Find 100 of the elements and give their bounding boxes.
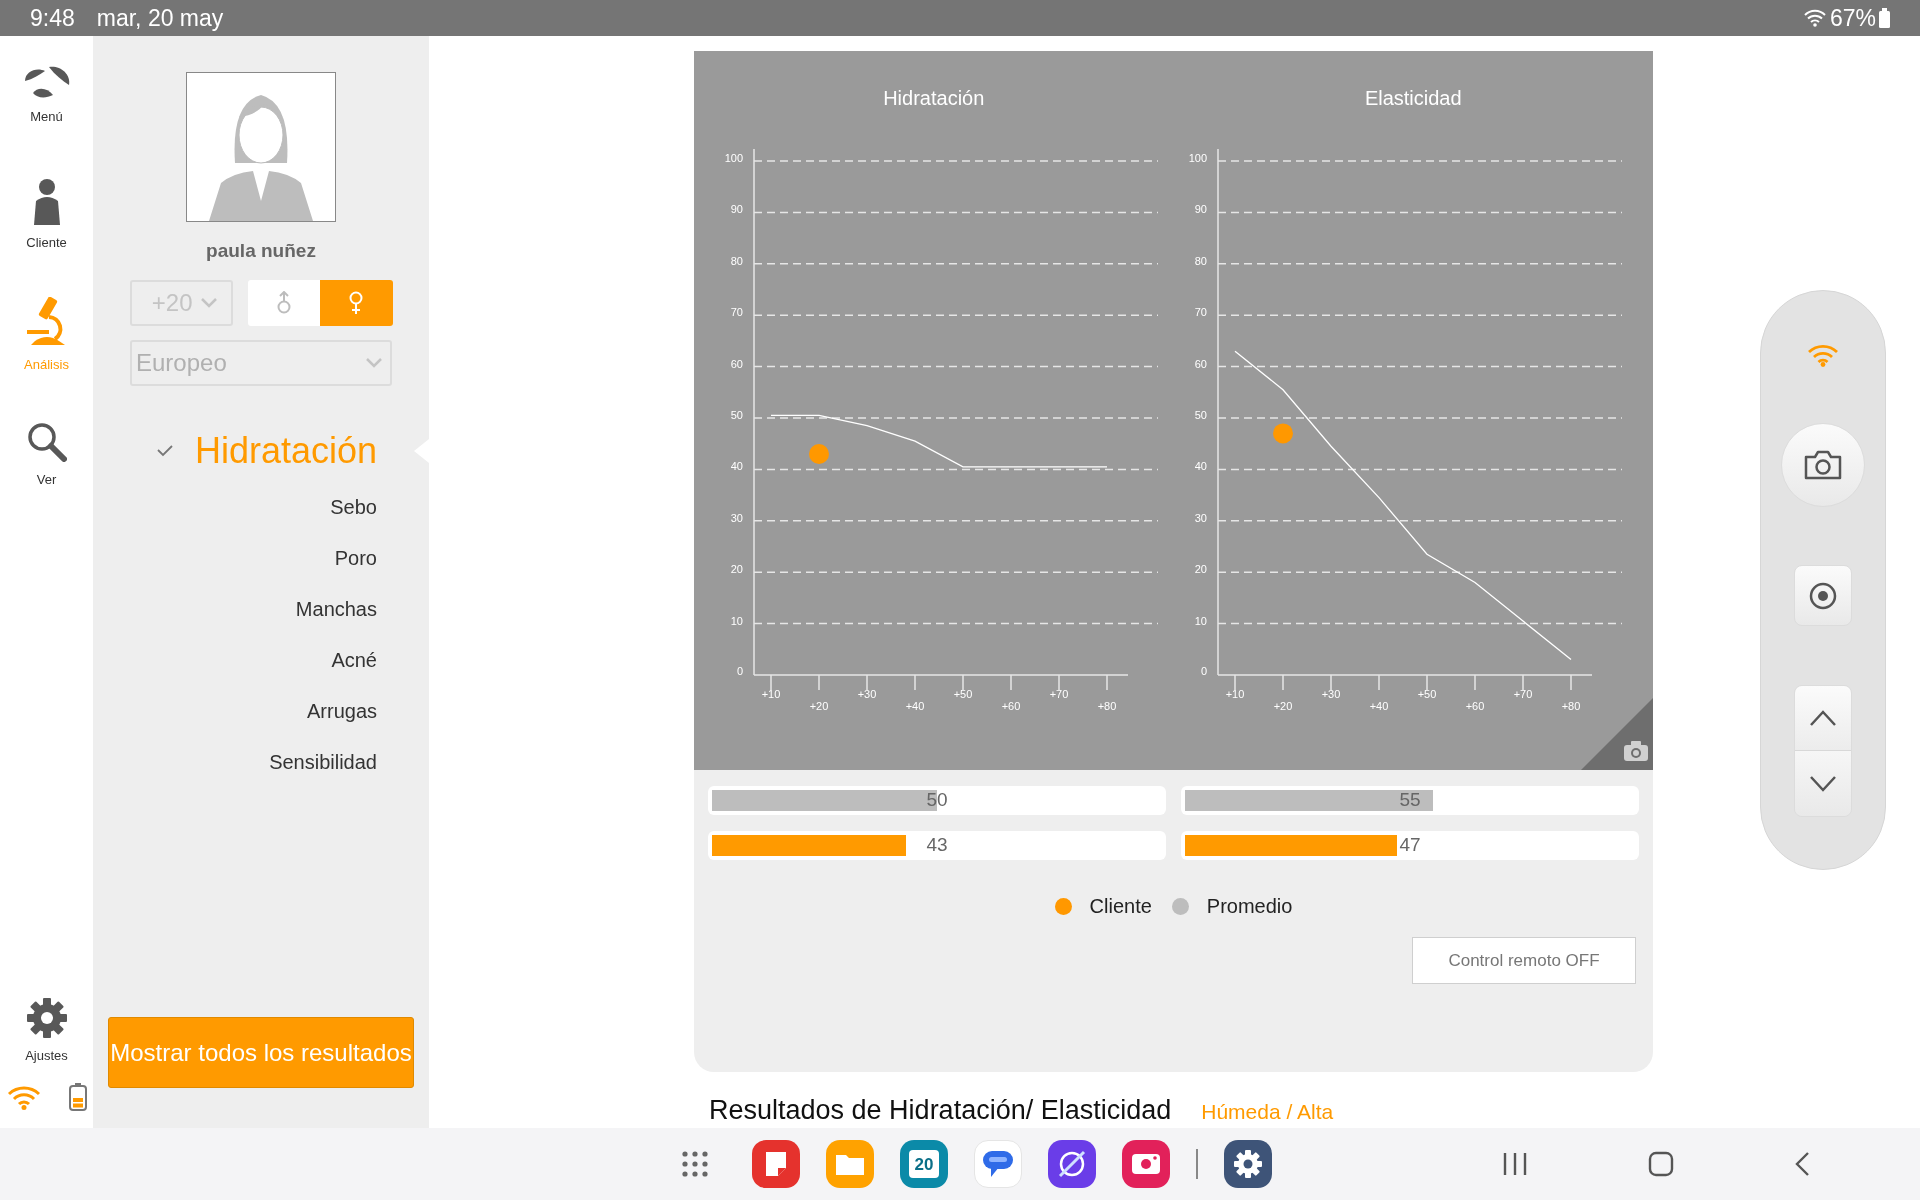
axis-label: 10: [1194, 614, 1207, 627]
axis-label: +50: [1417, 688, 1436, 700]
chevron-down-icon: [200, 297, 217, 308]
axis-label: 60: [1194, 357, 1207, 370]
analysis-item[interactable]: Sebo: [330, 481, 377, 533]
analysis-item[interactable]: Poro: [334, 532, 377, 584]
clock-time: 9:48: [30, 3, 75, 33]
logo-icon: [22, 65, 71, 100]
legend-label: Promedio: [1206, 894, 1293, 919]
axis-label: +70: [1513, 688, 1532, 700]
female-symbol-icon: [349, 290, 364, 315]
chevron-down-icon: [1810, 775, 1836, 792]
axis-label: 90: [730, 203, 743, 216]
results-value: Húmeda / Alta: [1201, 1099, 1334, 1125]
analysis-item[interactable]: Manchas: [295, 583, 377, 635]
settings-app-icon[interactable]: [1224, 1140, 1272, 1188]
record-button[interactable]: [1794, 565, 1852, 626]
scroll-up-button[interactable]: [1795, 686, 1851, 751]
bar-reading: 47: [1399, 833, 1421, 858]
record-icon: [1809, 581, 1837, 610]
gender-toggle[interactable]: [320, 279, 393, 326]
axis-label: +10: [761, 688, 781, 700]
axis-label: 10: [730, 614, 743, 627]
axis-label: +50: [953, 688, 973, 700]
axis-label: 0: [1200, 665, 1207, 677]
axis-label: 20: [730, 563, 743, 576]
bar-reading: 55: [1399, 788, 1421, 813]
camera-app-icon[interactable]: [1122, 1140, 1170, 1188]
axis-label: 40: [730, 460, 743, 473]
nav-item[interactable]: Ajustes: [0, 984, 93, 1080]
axis-label: 0: [736, 665, 743, 677]
axis-label: 100: [1188, 152, 1207, 164]
gender-toggle[interactable]: [247, 279, 320, 326]
axis-label: 50: [1194, 409, 1207, 421]
wifi-icon: [1807, 343, 1839, 367]
analysis-item[interactable]: Acné: [331, 634, 377, 686]
nav-item[interactable]: Menú: [0, 36, 93, 156]
app-drawer-icon[interactable]: [682, 1151, 708, 1177]
axis-label: +80: [1561, 700, 1580, 712]
axis-label: 50: [730, 409, 743, 421]
legend-label: Cliente: [1089, 894, 1152, 919]
chevron-up-icon: [1810, 710, 1836, 726]
axis-label: 30: [1194, 511, 1207, 524]
nav-item[interactable]: Ver: [0, 396, 93, 516]
axis-label: +40: [1369, 700, 1388, 712]
chevron-down-icon: [366, 357, 382, 368]
home-icon[interactable]: [1648, 1151, 1674, 1177]
axis-label: +20: [1273, 700, 1292, 712]
axis-label: +80: [1097, 700, 1117, 712]
nav-item[interactable]: Cliente: [0, 156, 93, 276]
axis-label: +30: [857, 688, 877, 700]
analysis-item[interactable]: Arrugas: [306, 685, 377, 737]
axis-label: 40: [1194, 460, 1207, 473]
camera-icon: [1803, 449, 1843, 481]
battery-percentage: 67%: [1829, 3, 1876, 33]
notes-app-icon[interactable]: [752, 1140, 800, 1188]
calendar-app-icon[interactable]: 20: [900, 1140, 948, 1188]
browser-app-icon[interactable]: [1048, 1140, 1096, 1188]
male-symbol-icon: [276, 290, 291, 315]
chart-title: Hidratación: [882, 86, 986, 111]
axis-label: 30: [730, 511, 743, 524]
chart-title: Elasticidad: [1363, 86, 1463, 111]
bar-reading: 43: [926, 833, 948, 858]
axis-label: 100: [724, 152, 743, 164]
person-icon: [32, 179, 61, 226]
bar-reading: 50: [926, 788, 948, 813]
recent-apps-icon[interactable]: [1502, 1152, 1528, 1176]
date-text: mar, 20 may: [96, 3, 224, 33]
search-icon: [26, 422, 67, 463]
axis-label: +30: [1321, 688, 1340, 700]
microscope-icon: [26, 297, 67, 348]
check-icon: [156, 444, 173, 457]
axis-label: +60: [1001, 700, 1021, 712]
axis-label: 80: [730, 254, 743, 267]
client-point: [1272, 423, 1293, 444]
scroll-down-button[interactable]: [1795, 751, 1851, 816]
axis-label: +60: [1465, 700, 1484, 712]
remote-control-button[interactable]: Control remoto OFF: [1412, 937, 1636, 984]
axis-label: +20: [809, 700, 829, 712]
client-point: [809, 444, 829, 464]
messages-app-icon[interactable]: [974, 1140, 1022, 1188]
battery-icon: [68, 1083, 87, 1111]
axis-label: 20: [1194, 563, 1207, 576]
axis-label: 60: [730, 357, 743, 370]
battery-icon: [1879, 8, 1890, 28]
axis-label: 70: [730, 306, 743, 319]
axis-label: 90: [1194, 203, 1207, 216]
back-icon[interactable]: [1794, 1151, 1810, 1177]
axis-label: +10: [1225, 688, 1244, 700]
snapshot-corner-button[interactable]: [1581, 698, 1653, 770]
settings-icon: [26, 998, 67, 1039]
axis-label: +40: [905, 700, 925, 712]
wifi-icon: [6, 1084, 41, 1110]
analysis-item[interactable]: Sensibilidad: [269, 736, 377, 788]
axis-label: 70: [1194, 306, 1207, 319]
client-name: paula nuñez: [206, 239, 316, 263]
wifi-icon: [1803, 9, 1826, 27]
results-title: Resultados de Hidratación/ Elasticidad: [709, 1094, 1172, 1127]
axis-label: 80: [1194, 254, 1207, 267]
axis-label: +70: [1049, 688, 1069, 700]
